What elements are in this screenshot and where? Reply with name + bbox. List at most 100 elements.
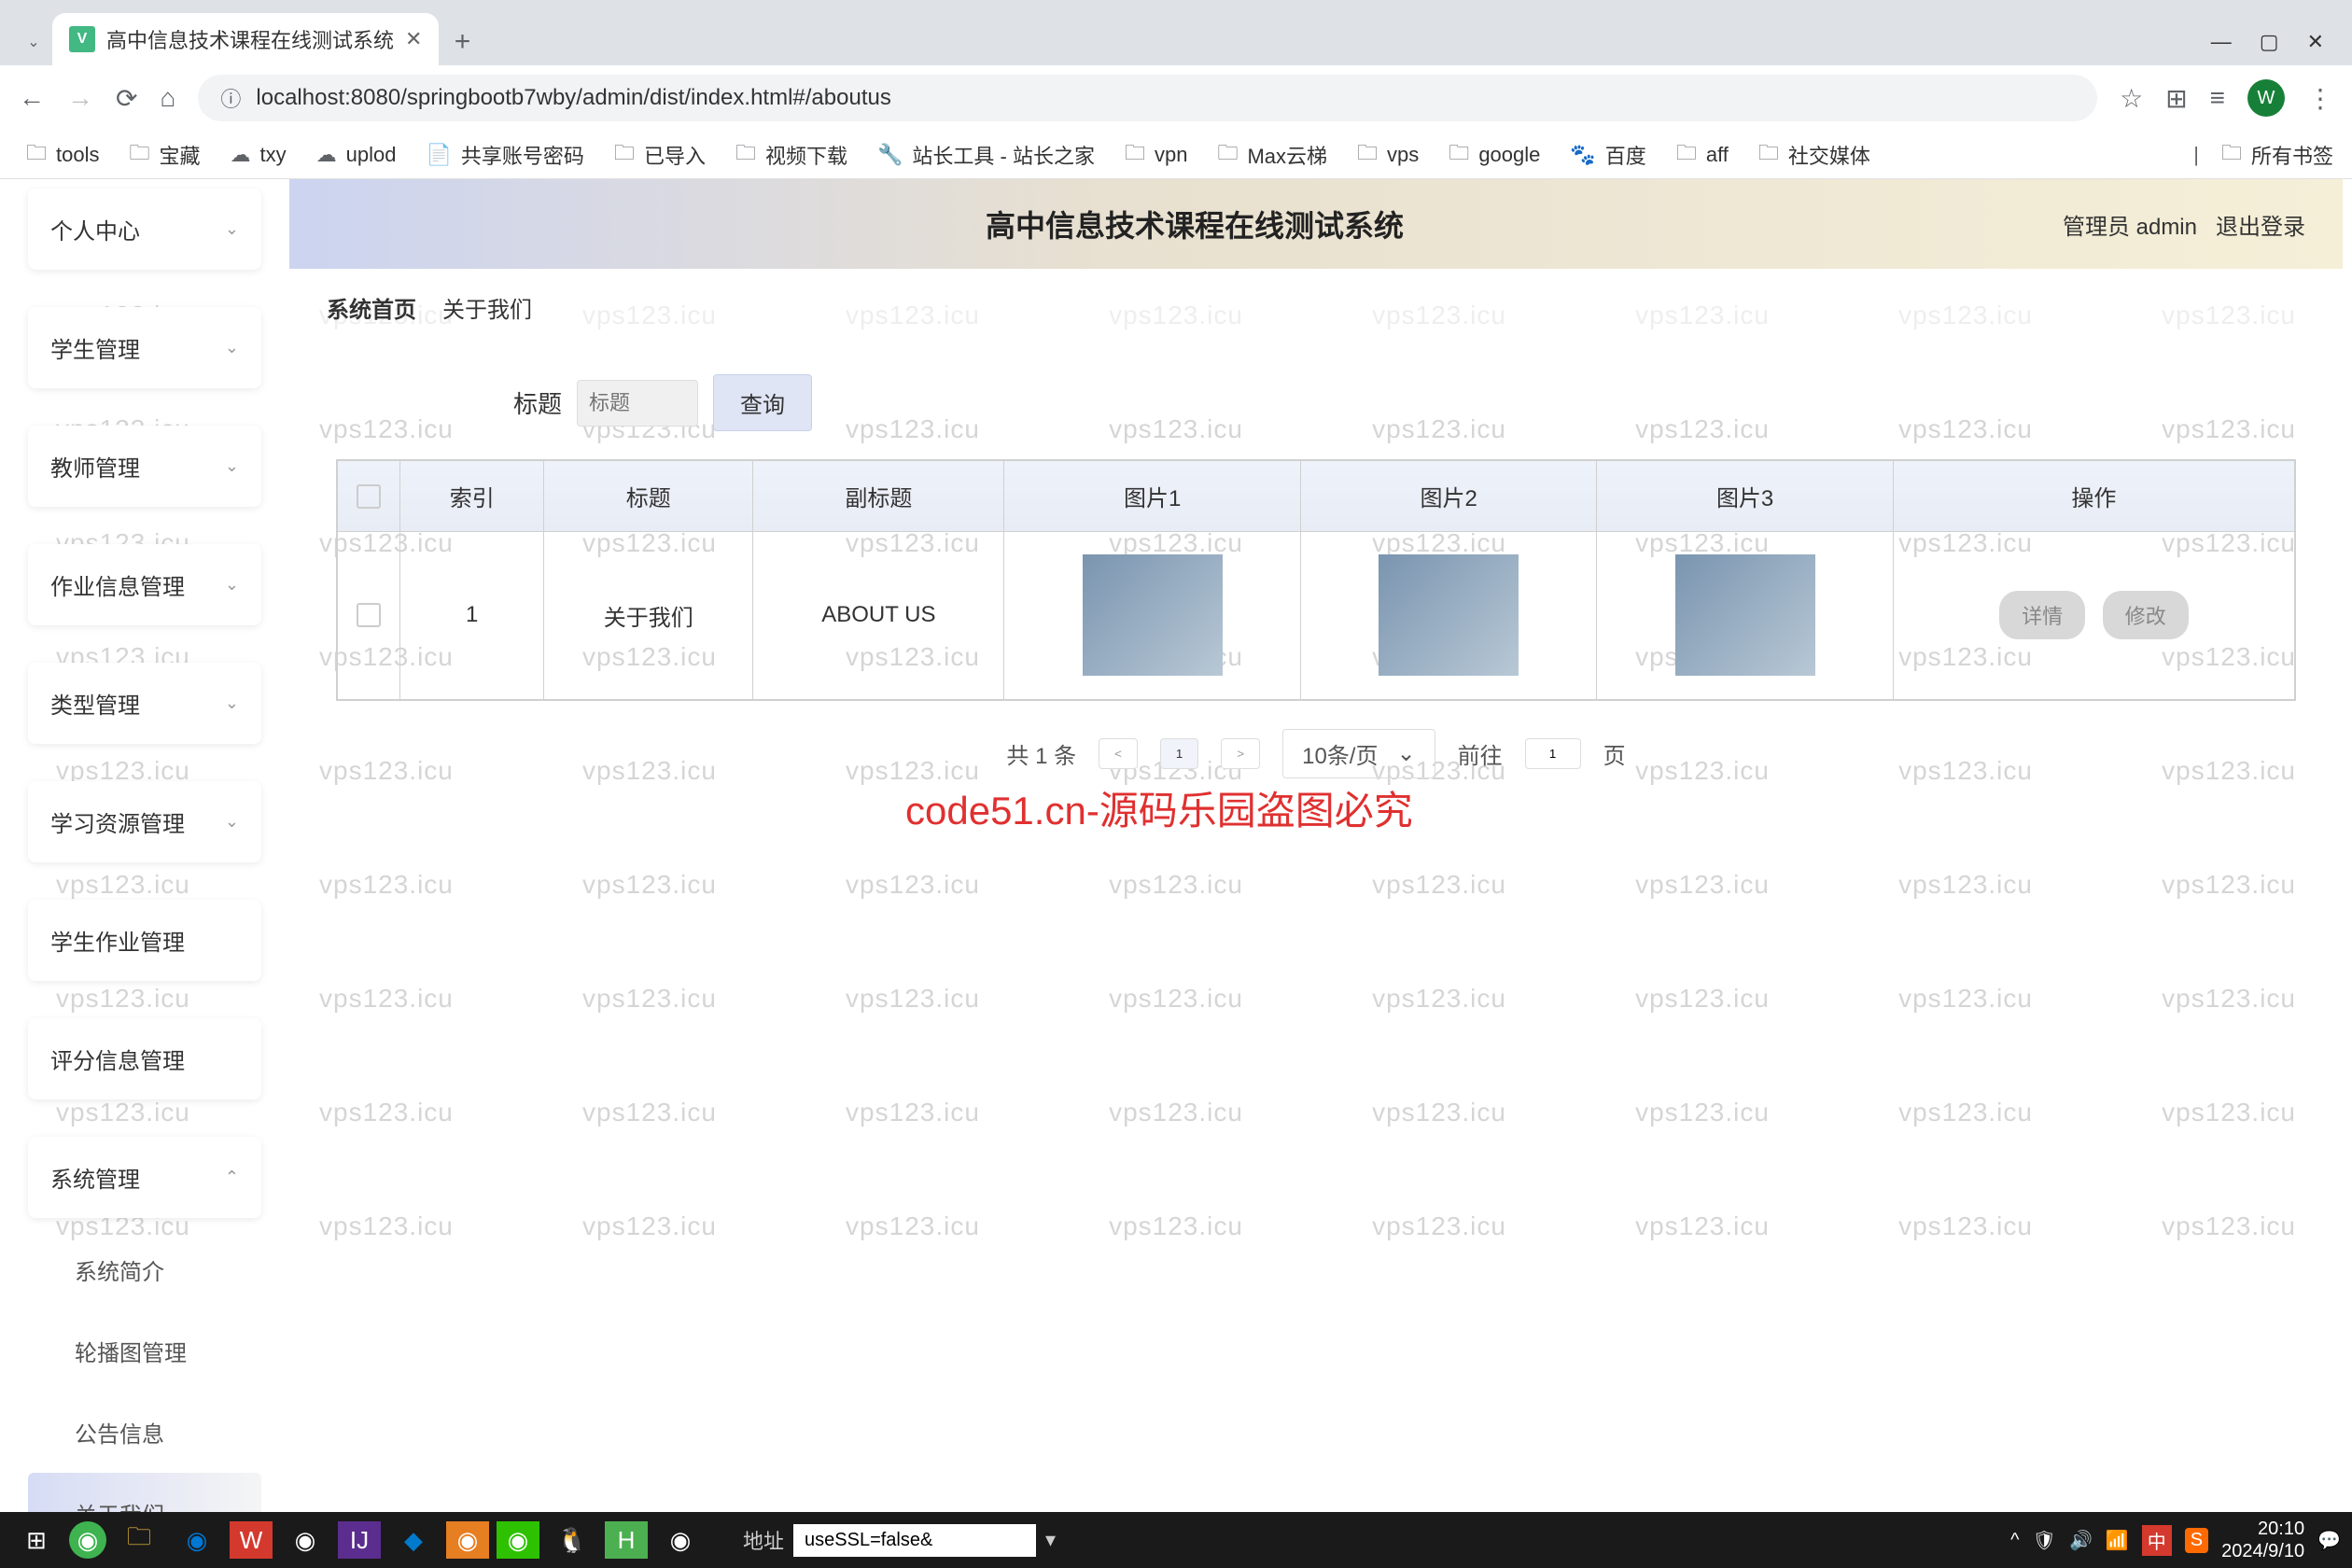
- goto-page-input[interactable]: [1525, 738, 1581, 769]
- reload-icon[interactable]: ⟳: [116, 83, 137, 114]
- taskbar-dropdown-icon[interactable]: ▾: [1045, 1528, 1056, 1552]
- folder-icon: ☁: [231, 143, 251, 167]
- sidebar-item[interactable]: 评分信息管理: [28, 1018, 261, 1099]
- app-title: 高中信息技术课程在线测试系统: [327, 203, 2063, 245]
- pagination: 共 1 条 < 1 > 10条/页 ⌄ 前往 页: [336, 701, 2296, 806]
- select-all-header[interactable]: [337, 460, 400, 532]
- bookmark-item[interactable]: 🔧站长工具 - 站长之家: [877, 140, 1095, 170]
- maximize-icon[interactable]: ▢: [2260, 30, 2279, 54]
- bookmark-item[interactable]: 🗀宝藏: [130, 137, 201, 173]
- sidebar-subitem[interactable]: 轮播图管理: [28, 1310, 261, 1392]
- bookmark-item[interactable]: 🗀社交媒体: [1758, 137, 1870, 173]
- bookmark-item[interactable]: 🗀aff: [1676, 137, 1729, 173]
- folder-icon: 🗀: [735, 137, 756, 173]
- sidebar-item[interactable]: 个人中心⌄: [28, 189, 261, 270]
- tray-ime-icon[interactable]: 中: [2142, 1525, 2172, 1556]
- intellij-icon[interactable]: IJ: [338, 1521, 381, 1559]
- sidebar-subitem[interactable]: 系统简介: [28, 1229, 261, 1310]
- wps-icon[interactable]: W: [230, 1521, 273, 1559]
- logout-link[interactable]: 退出登录: [2216, 208, 2305, 241]
- page-size-select[interactable]: 10条/页 ⌄: [1282, 729, 1435, 778]
- bookmark-item[interactable]: ☁txy: [231, 143, 287, 167]
- bookmark-item[interactable]: 🗀tools: [26, 137, 100, 173]
- folder-icon: 🗀: [1758, 137, 1779, 173]
- bookmark-item[interactable]: 🐾百度: [1570, 140, 1645, 170]
- sidebar-item[interactable]: 学生管理⌄: [28, 307, 261, 388]
- bookmark-item[interactable]: 🗀已导入: [614, 137, 706, 173]
- folder-icon: 🗀: [614, 137, 635, 173]
- address-bar[interactable]: ⓘ localhost:8080/springbootb7wby/admin/d…: [198, 75, 2097, 121]
- app-orange-icon[interactable]: ◉: [446, 1521, 489, 1559]
- taskbar-address-input[interactable]: [793, 1524, 1036, 1557]
- tab-dropdown-icon[interactable]: ⌄: [15, 19, 52, 65]
- tray-up-icon[interactable]: ^: [2010, 1530, 2019, 1551]
- cell-actions: 详情 修改: [1893, 532, 2295, 700]
- bookmark-item[interactable]: 🗀vpn: [1125, 137, 1188, 173]
- main-content: 高中信息技术课程在线测试系统 管理员 admin 退出登录 系统首页 关于我们 …: [289, 179, 2352, 1512]
- home-icon[interactable]: ⌂: [160, 83, 175, 113]
- header-banner: 高中信息技术课程在线测试系统 管理员 admin 退出登录: [289, 179, 2343, 269]
- folder-icon: 🗀: [1217, 137, 1238, 173]
- tray-network-icon[interactable]: 🔊: [2069, 1529, 2093, 1552]
- edit-button[interactable]: 修改: [2103, 591, 2189, 639]
- forward-icon[interactable]: →: [67, 83, 93, 113]
- close-window-icon[interactable]: ✕: [2307, 30, 2324, 54]
- tray-sogou-icon[interactable]: S: [2185, 1528, 2208, 1553]
- info-icon[interactable]: ⓘ: [220, 83, 241, 113]
- qq-icon[interactable]: 🐧: [547, 1518, 597, 1562]
- start-icon[interactable]: ⊞: [11, 1518, 62, 1562]
- prev-page-button[interactable]: <: [1099, 738, 1138, 769]
- bookmark-item[interactable]: 🗀Max云梯: [1217, 137, 1327, 173]
- sidebar-item[interactable]: 学习资源管理⌄: [28, 781, 261, 862]
- back-icon[interactable]: ←: [19, 83, 45, 113]
- tab-close-icon[interactable]: ✕: [405, 27, 422, 51]
- all-bookmarks[interactable]: 🗀 所有书签: [2221, 137, 2333, 173]
- star-icon[interactable]: ☆: [2120, 83, 2143, 114]
- browser-tab[interactable]: V 高中信息技术课程在线测试系统 ✕: [52, 13, 439, 65]
- search-row: 标题 查询: [336, 374, 2296, 431]
- breadcrumb-home[interactable]: 系统首页: [327, 291, 416, 324]
- bookmark-item[interactable]: 🗀vps: [1357, 137, 1419, 173]
- page-1-button[interactable]: 1: [1160, 738, 1198, 769]
- detail-button[interactable]: 详情: [1999, 591, 2085, 639]
- folder-icon: 🗀: [1125, 137, 1145, 173]
- chrome2-icon[interactable]: ◉: [655, 1518, 706, 1562]
- wechat-icon[interactable]: ◉: [497, 1521, 539, 1559]
- row-checkbox[interactable]: [337, 532, 400, 700]
- bookmark-item[interactable]: 🗀google: [1449, 137, 1540, 173]
- explorer-icon[interactable]: 🗀: [114, 1518, 164, 1562]
- menu-icon[interactable]: ⋮: [2307, 83, 2333, 114]
- profile-avatar[interactable]: W: [2247, 79, 2285, 117]
- pagination-total: 共 1 条: [1006, 737, 1076, 770]
- cell-image1: [1004, 532, 1300, 700]
- tray-volume-icon[interactable]: 📶: [2106, 1529, 2129, 1552]
- bookmark-item[interactable]: 🗀视频下载: [735, 137, 847, 173]
- user-info[interactable]: 管理员 admin: [2063, 208, 2197, 241]
- tab-title: 高中信息技术课程在线测试系统: [106, 24, 394, 54]
- extensions-icon[interactable]: ⊞: [2165, 83, 2187, 114]
- next-page-button[interactable]: >: [1221, 738, 1260, 769]
- sidebar-item[interactable]: 作业信息管理⌄: [28, 544, 261, 625]
- search-button[interactable]: 查询: [713, 374, 812, 431]
- chevron-down-icon: ⌄: [225, 338, 239, 357]
- browser360-icon[interactable]: ◉: [69, 1521, 106, 1559]
- minimize-icon[interactable]: ―: [2211, 30, 2232, 54]
- windows-taskbar: ⊞ ◉ 🗀 ◉ W ◉ IJ ◆ ◉ ◉ 🐧 H ◉ 地址 ▾ ^ 🛡 🔊 📶 …: [0, 1512, 2352, 1568]
- taskbar-clock[interactable]: 20:10 2024/9/10: [2221, 1518, 2304, 1562]
- tray-shield-icon[interactable]: 🛡: [2033, 1529, 2056, 1552]
- reading-list-icon[interactable]: ≡: [2210, 83, 2225, 113]
- app-green-icon[interactable]: H: [605, 1521, 648, 1559]
- vscode-icon[interactable]: ◆: [388, 1518, 439, 1562]
- bookmark-item[interactable]: 📄共享账号密码: [427, 140, 584, 170]
- sidebar-item[interactable]: 系统管理⌃: [28, 1137, 261, 1218]
- bookmark-item[interactable]: ☁uplod: [316, 143, 397, 167]
- sidebar-item[interactable]: 学生作业管理: [28, 900, 261, 981]
- notifications-icon[interactable]: 💬: [2317, 1529, 2341, 1552]
- chrome-icon[interactable]: ◉: [280, 1518, 330, 1562]
- edge-icon[interactable]: ◉: [172, 1518, 222, 1562]
- search-input[interactable]: [577, 380, 698, 427]
- new-tab-button[interactable]: +: [439, 19, 485, 65]
- sidebar-item[interactable]: 类型管理⌄: [28, 663, 261, 744]
- sidebar-item[interactable]: 教师管理⌄: [28, 426, 261, 507]
- sidebar-subitem[interactable]: 公告信息: [28, 1392, 261, 1473]
